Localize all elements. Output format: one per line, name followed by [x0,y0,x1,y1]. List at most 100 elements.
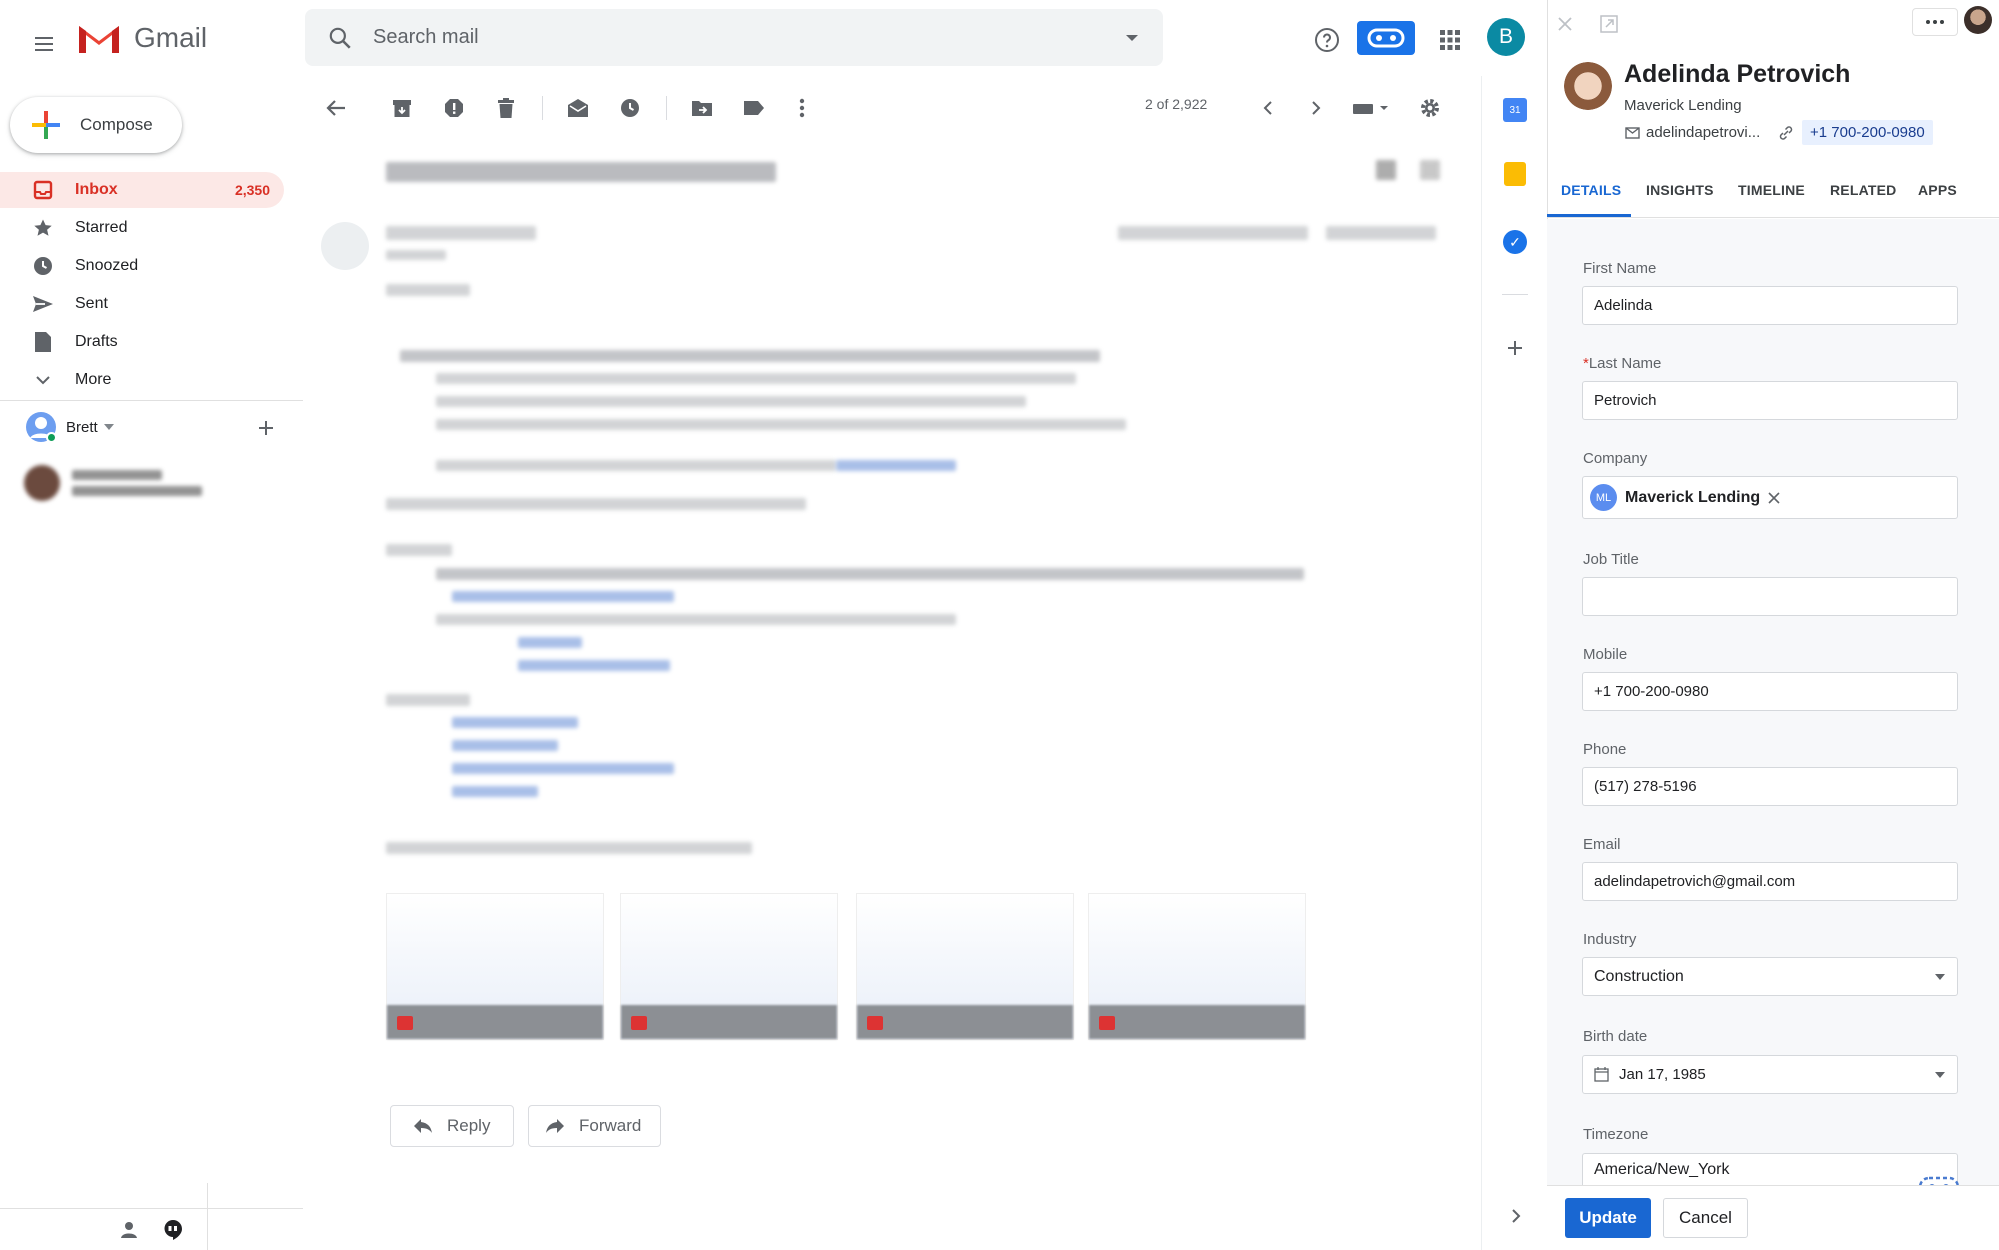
account-avatar[interactable]: B [1487,18,1525,56]
contact-phone[interactable]: +1 700-200-0980 [1778,120,1933,145]
company-field[interactable]: ML Maverick Lending [1582,476,1958,519]
contact-details-form: First Name Adelinda *Last Name Petrovich… [1547,219,1999,1185]
industry-select[interactable]: Construction [1582,957,1958,996]
tab-insights[interactable]: INSIGHTS [1646,182,1714,198]
contact-name: Adelinda Petrovich [1624,60,1851,88]
tab-timeline[interactable]: TIMELINE [1738,182,1805,198]
company-initials: ML [1590,484,1617,511]
open-external-icon[interactable] [1600,15,1618,33]
hangouts-contact[interactable] [24,462,204,504]
more-options-button[interactable] [1912,8,1958,36]
divider [542,96,543,120]
labels-button[interactable] [736,90,772,126]
chevron-right-icon[interactable] [1511,1209,1521,1223]
contact-email-text: adelindapetrovi... [1646,124,1761,141]
nav-item-snoozed[interactable]: Snoozed [0,248,284,284]
company-chip[interactable]: ML Maverick Lending [1590,484,1780,511]
crm-tabs: DETAILS INSIGHTS TIMELINE RELATED APPS [1547,168,1999,218]
attachment-thumbnail[interactable] [386,893,604,1040]
clock-icon [31,254,55,278]
industry-value: Construction [1594,967,1684,985]
hangouts-icon[interactable] [163,1219,183,1241]
move-to-button[interactable] [684,90,720,126]
nav-item-more[interactable]: More [0,362,284,398]
plus-icon [259,421,273,435]
industry-label: Industry [1583,931,1637,948]
email-label: Email [1583,836,1621,853]
reply-button[interactable]: Reply [390,1105,514,1147]
chevron-right-icon [1312,101,1321,115]
plus-icon[interactable] [1507,340,1523,356]
close-icon[interactable] [1558,17,1572,31]
tasks-icon[interactable]: ✓ [1503,230,1527,254]
open-new-window-icon[interactable] [1420,160,1440,180]
first-name-label: First Name [1583,260,1657,277]
input-tools-button[interactable] [1346,90,1394,126]
pagination-text: 2 of 2,922 [1145,96,1208,112]
forward-button[interactable]: Forward [528,1105,661,1147]
search-placeholder[interactable]: Search mail [373,26,479,49]
last-name-field[interactable]: Petrovich [1582,381,1958,420]
snooze-button[interactable] [612,90,648,126]
mobile-field[interactable]: +1 700-200-0980 [1582,672,1958,711]
timezone-select[interactable]: America/New_York [1582,1153,1958,1185]
tab-details[interactable]: DETAILS [1561,182,1621,198]
attachment-thumbnail[interactable] [1088,893,1306,1040]
plus-icon [32,111,60,139]
nav-item-drafts[interactable]: Drafts [0,324,284,360]
archive-button[interactable] [384,90,420,126]
report-spam-button[interactable] [436,90,472,126]
birth-date-picker[interactable]: Jan 17, 1985 [1582,1055,1958,1094]
tab-apps[interactable]: APPS [1918,182,1957,198]
draft-icon [31,330,55,354]
attachment-thumbnail[interactable] [620,893,838,1040]
more-horizontal-icon [1926,20,1944,24]
newer-button[interactable] [1250,90,1286,126]
contact-avatar [24,465,60,501]
gmail-logo[interactable]: Gmail [76,20,207,56]
print-icon[interactable] [1376,160,1396,180]
attachment-thumbnail[interactable] [856,893,1074,1040]
back-button[interactable] [318,90,354,126]
job-title-field[interactable] [1582,577,1958,616]
compose-button[interactable]: Compose [10,97,182,153]
more-actions-button[interactable] [784,90,820,126]
cancel-button[interactable]: Cancel [1663,1198,1748,1238]
caret-down-icon[interactable] [103,424,114,430]
email-subject [386,162,776,182]
divider [0,400,303,401]
google-apps-button[interactable] [1430,20,1470,60]
first-name-field[interactable]: Adelinda [1582,286,1958,325]
label-icon [744,101,764,115]
email-footer-text [386,842,752,854]
crm-extension-button[interactable] [1357,21,1415,55]
contact-email[interactable]: adelindapetrovi... [1625,124,1760,141]
keep-icon[interactable] [1504,162,1526,186]
mark-unread-button[interactable] [560,90,596,126]
nav-item-inbox[interactable]: Inbox 2,350 [0,172,284,208]
main-menu-button[interactable] [22,22,66,66]
nav-item-sent[interactable]: Sent [0,286,284,322]
user-avatar[interactable] [1964,6,1992,34]
search-icon[interactable] [327,25,353,51]
remove-chip-icon[interactable] [1768,491,1780,504]
nav-item-starred[interactable]: Starred [0,210,284,246]
older-button[interactable] [1298,90,1334,126]
email-actions[interactable] [1326,226,1436,240]
email-field[interactable]: adelindapetrovich@gmail.com [1582,862,1958,901]
mail-icon [1625,126,1640,139]
add-contact-button[interactable] [254,416,278,440]
settings-button[interactable] [1412,90,1448,126]
hangouts-user[interactable]: Brett [26,412,114,443]
delete-button[interactable] [488,90,524,126]
phone-field[interactable]: (517) 278-5196 [1582,767,1958,806]
help-button[interactable] [1307,20,1347,60]
calendar-icon[interactable]: 31 [1503,98,1527,122]
calendar-icon [1594,1067,1609,1082]
tab-related[interactable]: RELATED [1830,182,1896,198]
divider [666,96,667,120]
person-icon[interactable] [120,1221,138,1239]
search-options-dropdown-icon[interactable] [1125,33,1139,43]
update-button[interactable]: Update [1565,1198,1651,1238]
search-bar[interactable]: Search mail [305,9,1163,66]
